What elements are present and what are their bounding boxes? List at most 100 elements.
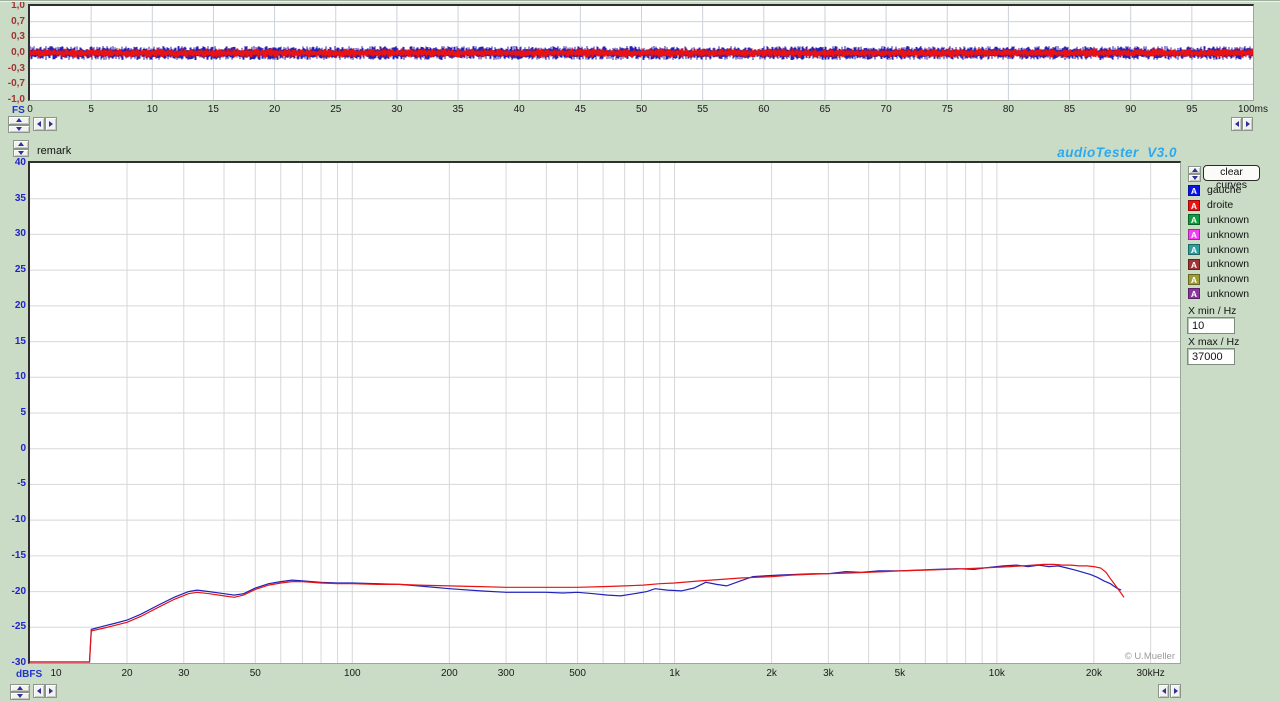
x-tick-label: 25: [330, 104, 342, 115]
legend-item: A droite: [1188, 198, 1249, 213]
down-arrow-icon: [16, 126, 22, 131]
x-tick-label: 100: [343, 668, 361, 679]
y-tick-label: -0,3: [7, 62, 25, 74]
x-tick-label: 1k: [669, 668, 680, 679]
up-arrow-icon: [17, 686, 23, 690]
curve-label: unknown: [1207, 287, 1250, 300]
curve-color-swatch: A: [1188, 273, 1200, 285]
scope-scroll-right-button-2[interactable]: [1242, 117, 1253, 131]
y-tick-label: 30: [14, 228, 26, 240]
curve-label: unknown: [1207, 228, 1250, 241]
legend-item: A unknown: [1188, 227, 1249, 242]
curve-color-swatch: A: [1188, 199, 1200, 211]
x-tick-label: 20: [269, 104, 281, 115]
x-min-input[interactable]: [1187, 317, 1235, 334]
y-tick-label: -1,0: [7, 94, 25, 105]
curve-color-swatch: A: [1188, 184, 1200, 196]
left-arrow-icon: [37, 121, 41, 127]
down-arrow-icon: [17, 694, 23, 698]
response-zoom-up-button[interactable]: [10, 684, 30, 692]
x-tick-label: 50: [635, 104, 648, 115]
scope-scroll-right-button[interactable]: [45, 117, 57, 131]
y-tick-label: 20: [14, 299, 26, 311]
response-scroll-left-button[interactable]: [33, 684, 45, 698]
x-tick-label: 45: [574, 104, 586, 115]
x-tick-label: 5: [88, 104, 94, 115]
left-arrow-icon: [37, 688, 41, 694]
scope-scroll-left-button[interactable]: [33, 117, 45, 131]
scope-zoom-down-button[interactable]: [8, 124, 30, 133]
scope-y-axis-unit: FS: [12, 105, 25, 116]
response-scroll-right-button[interactable]: [45, 684, 57, 698]
y-tick-label: -25: [11, 621, 26, 633]
x-max-input[interactable]: [1187, 348, 1235, 365]
x-tick-label: 40: [513, 104, 525, 115]
down-arrow-icon: [18, 150, 24, 155]
x-tick-label: 200: [440, 668, 458, 679]
remark-spinner: [13, 140, 29, 157]
remark-down-button[interactable]: [13, 148, 29, 157]
x-tick-label: 30: [391, 104, 403, 115]
legend-item: A unknown: [1188, 242, 1249, 257]
down-arrow-icon: [1191, 176, 1198, 180]
y-tick-label: 15: [14, 335, 26, 347]
response-canvas: [30, 163, 1180, 663]
y-tick-label: 35: [14, 192, 26, 204]
x-tick-label: 75: [941, 104, 953, 115]
y-tick-label: -30: [11, 657, 26, 668]
right-arrow-icon: [49, 688, 53, 694]
x-tick-label: 10: [50, 668, 62, 679]
scope-canvas: [30, 6, 1253, 100]
x-min-label: X min / Hz: [1188, 305, 1237, 317]
y-tick-label: -20: [11, 585, 26, 597]
scope-zoom-up-button[interactable]: [8, 116, 30, 125]
right-arrow-icon: [1173, 688, 1178, 694]
legend-item: A unknown: [1188, 213, 1249, 228]
left-arrow-icon: [1161, 688, 1166, 694]
up-arrow-icon: [1191, 168, 1198, 172]
x-tick-label: 300: [497, 668, 515, 679]
audiotester-app: { "app": { "title": "audioTester V3.0", …: [0, 0, 1280, 702]
response-plot: [28, 161, 1181, 664]
response-scroll-left-button-2[interactable]: [1158, 684, 1169, 698]
response-zoom-spinner: [10, 684, 30, 700]
legend-down-button[interactable]: [1188, 174, 1201, 182]
y-tick-label: 0,3: [11, 31, 25, 43]
x-tick-label: 30: [178, 668, 190, 679]
x-tick-label: 0: [27, 104, 33, 115]
legend-item: A unknown: [1188, 287, 1249, 302]
x-tick-label: 50: [249, 668, 261, 679]
y-tick-label: 0,7: [11, 15, 25, 27]
response-zoom-down-button[interactable]: [10, 692, 30, 700]
legend-item: A unknown: [1188, 272, 1249, 287]
curve-color-swatch: A: [1188, 214, 1200, 226]
curve-color-swatch: A: [1188, 288, 1200, 300]
legend-item: A unknown: [1188, 257, 1249, 272]
clear-curves-button[interactable]: clear curves: [1203, 165, 1260, 191]
x-tick-label: 10k: [988, 668, 1005, 679]
scope-scroll-left-button-2[interactable]: [1231, 117, 1242, 131]
left-arrow-icon: [1234, 121, 1239, 127]
curve-label: unknown: [1207, 273, 1250, 286]
copyright-watermark: © U.Mueller: [1124, 651, 1175, 662]
remark-label: remark: [37, 145, 72, 157]
x-tick-label: 90: [1125, 104, 1137, 115]
remark-up-button[interactable]: [13, 140, 29, 149]
x-tick-label: 60: [758, 104, 770, 115]
y-tick-label: 40: [14, 157, 26, 168]
x-tick-label: 30kHz: [1136, 668, 1165, 679]
right-arrow-icon: [49, 121, 53, 127]
x-tick-label: 100ms: [1237, 104, 1269, 115]
curve-color-swatch: A: [1188, 258, 1200, 270]
y-tick-label: -10: [11, 514, 26, 526]
up-arrow-icon: [18, 142, 24, 147]
x-tick-label: 35: [452, 104, 464, 115]
y-tick-label: 0,0: [11, 47, 25, 58]
x-max-label: X max / Hz: [1188, 336, 1240, 348]
response-scroll-right-button-2[interactable]: [1170, 684, 1181, 698]
x-tick-label: 2k: [766, 668, 777, 679]
legend-up-button[interactable]: [1188, 166, 1201, 174]
legend-item: A gauche: [1188, 183, 1249, 198]
x-tick-label: 70: [880, 104, 892, 115]
x-tick-label: 20k: [1085, 668, 1102, 679]
